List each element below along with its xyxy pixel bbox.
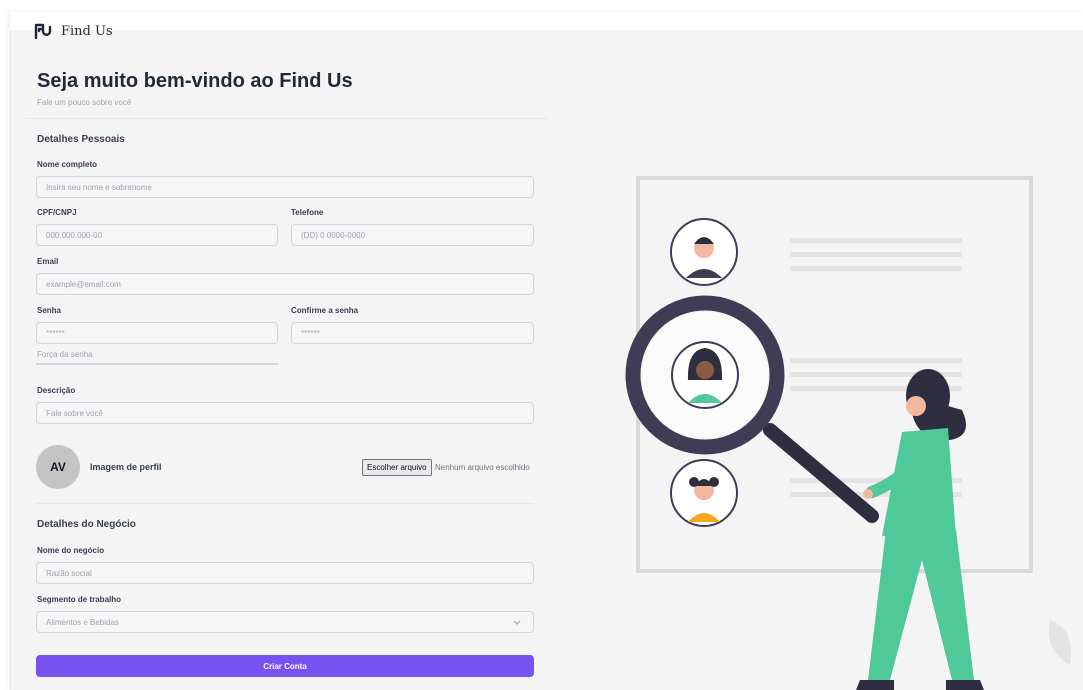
cpf-input[interactable]: 000.000.000-00 xyxy=(36,224,278,246)
email-input[interactable]: example@email.com xyxy=(36,273,534,295)
divider xyxy=(26,118,548,119)
label-password: Senha xyxy=(37,306,62,315)
business-name-input[interactable]: Razão social xyxy=(36,562,534,584)
confirm-password-input[interactable]: ****** xyxy=(291,322,534,344)
file-status: Nenhum arquivo escolhido xyxy=(435,463,530,472)
avatar: AV xyxy=(36,445,80,489)
label-business-name: Nome do negócio xyxy=(37,546,105,555)
choose-file-button[interactable]: Escolher arquivo xyxy=(362,459,432,476)
full-name-input[interactable]: Insira seu nome e sobrenome xyxy=(36,176,534,198)
description-input[interactable]: Fale sobre você xyxy=(36,402,534,424)
search-people-illustration xyxy=(625,176,1072,690)
page-subtitle: Fale um pouco sobre você xyxy=(37,98,132,107)
label-phone: Telefone xyxy=(291,208,324,217)
phone-input[interactable]: (DD) 0 0000-0000 xyxy=(291,224,534,246)
brand[interactable]: Find Us xyxy=(33,22,113,40)
label-confirm-password: Confirme a senha xyxy=(291,306,359,315)
label-full-name: Nome completo xyxy=(37,160,98,169)
label-description: Descrição xyxy=(37,386,76,395)
label-email: Email xyxy=(37,257,59,266)
chevron-down-icon xyxy=(513,620,521,625)
label-segment: Segmento de trabalho xyxy=(37,595,122,604)
top-strip xyxy=(10,12,1083,30)
brand-name: Find Us xyxy=(61,23,113,39)
section-title-business: Detalhes do Negócio xyxy=(37,519,136,530)
password-strength-label: Força da senha xyxy=(37,350,93,359)
find-us-logo-icon xyxy=(34,23,52,40)
label-cpf: CPF/CNPJ xyxy=(37,208,77,217)
password-input[interactable]: ****** xyxy=(36,322,278,344)
segment-select[interactable]: Alimentos e Bebidas xyxy=(36,611,534,633)
profile-image-label: Imagem de perfil xyxy=(90,462,162,472)
divider xyxy=(36,503,534,504)
password-strength-bar xyxy=(36,363,278,365)
create-account-button[interactable]: Criar Conta xyxy=(36,655,534,677)
section-title-personal: Detalhes Pessoais xyxy=(37,134,125,145)
page-title: Seja muito bem-vindo ao Find Us xyxy=(37,70,353,92)
